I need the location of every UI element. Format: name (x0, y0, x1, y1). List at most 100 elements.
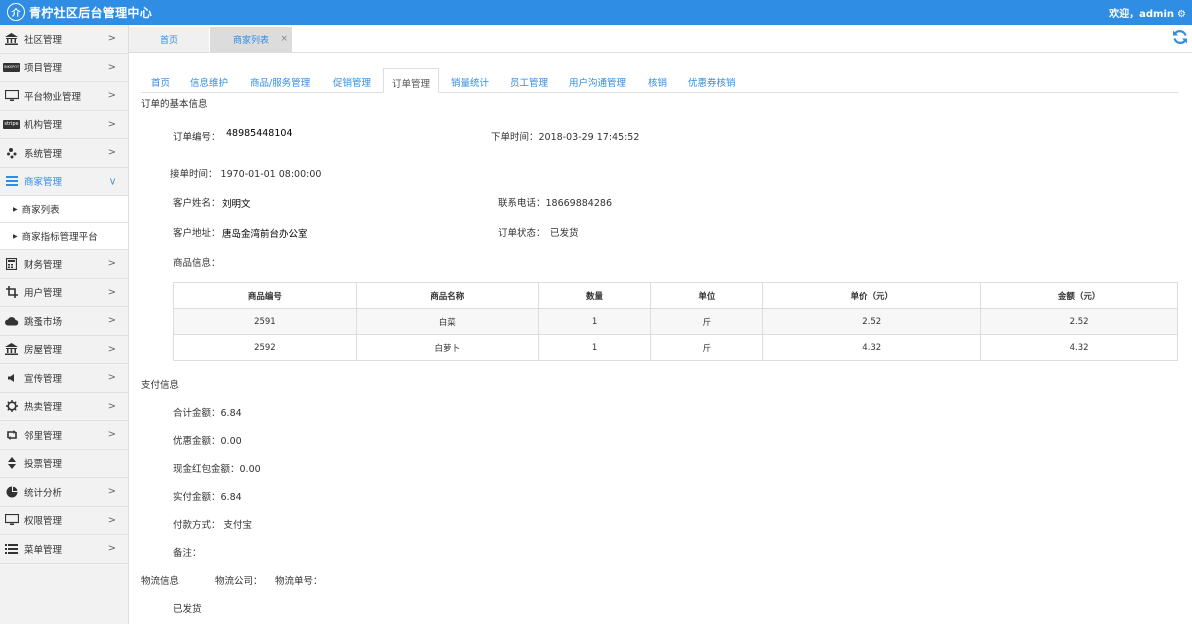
chevron-right-icon: > (107, 372, 116, 383)
volume-icon (4, 372, 19, 384)
caret-right-icon: ▶ (13, 232, 18, 240)
sidebar-item-organization[interactable]: stripe 机构管理 > (0, 111, 128, 139)
sidebar-subitem-label: 商家列表 (21, 205, 60, 216)
order-time: 下单时间：2018-03-29 17:45:52 (491, 132, 640, 143)
chevron-right-icon: > (107, 486, 116, 497)
order-number-value: 48985448104 (226, 128, 293, 139)
close-icon[interactable]: × (280, 34, 288, 44)
sidebar-item-label: 跳蚤市场 (24, 316, 63, 328)
cell-quantity: 1 (537, 334, 652, 361)
cloud-icon (4, 315, 19, 327)
sidebar-item-finance[interactable]: 财务管理 > (0, 250, 128, 279)
sidebar-item-housing[interactable]: 房屋管理 > (0, 336, 128, 364)
sidebar-item-label: 房屋管理 (24, 345, 63, 357)
sidebar-item-hot-sale[interactable]: 热卖管理 > (0, 393, 128, 421)
customer-address-value: 唐岛金湾前台办公室 (222, 229, 308, 240)
col-header-quantity: 数量 (537, 282, 652, 309)
table-row: 2591 白菜 1 斤 2.52 2.52 (173, 308, 1178, 335)
sidebar-item-system[interactable]: 系统管理 > (0, 139, 128, 168)
chevron-right-icon: > (107, 343, 116, 355)
navtab-promotion[interactable]: 促销管理 (333, 68, 371, 93)
sidebar-item-label: 投票管理 (24, 459, 63, 471)
paid-amount: 实付金额：6.84 (173, 492, 242, 503)
discount-amount: 优惠金额：0.00 (173, 436, 242, 447)
sort-icon (4, 457, 19, 470)
sidebar-item-label: 机构管理 (24, 120, 63, 132)
sidebar-item-community[interactable]: 社区管理 > (0, 25, 128, 54)
chevron-right-icon: > (107, 118, 116, 130)
remark: 备注： (173, 548, 202, 559)
navtab-user-communication[interactable]: 用户沟通管理 (569, 68, 626, 93)
sidebar-item-voting[interactable]: 投票管理 (0, 450, 128, 478)
retweet-icon (4, 429, 19, 441)
sidebar-item-label: 财务管理 (24, 259, 63, 271)
cell-goods-name: 白菜 (355, 308, 539, 335)
logistics-company: 物流公司： (215, 576, 263, 587)
sidebar-item-property[interactable]: 平台物业管理 > (0, 82, 128, 111)
tab-merchant-list[interactable]: 商家列表 × (210, 27, 292, 52)
navtab-coupon-write-off[interactable]: 优惠券核销 (688, 68, 736, 93)
cell-goods-name: 白萝卜 (355, 334, 539, 361)
cell-unit-price: 2.52 (762, 308, 982, 335)
navtab-sales-stats[interactable]: 销量统计 (451, 68, 489, 93)
sidebar-item-label: 宣传管理 (24, 373, 63, 385)
sidebar-item-neighborhood[interactable]: 邻里管理 > (0, 421, 128, 450)
app-title: 青柠社区后台管理中心 (29, 6, 153, 20)
caret-right-icon: ▶ (13, 205, 18, 213)
list-icon (4, 543, 19, 555)
sidebar-item-project[interactable]: INKSPOT 项目管理 > (0, 54, 128, 82)
sidebar-item-users[interactable]: 用户管理 > (0, 279, 128, 307)
chevron-right-icon: > (107, 147, 116, 158)
sidebar-item-publicity[interactable]: 宣传管理 > (0, 364, 128, 393)
sidebar-item-label: 权限管理 (24, 516, 63, 528)
chevron-right-icon: > (107, 514, 116, 526)
sidebar-item-label: 商家管理 (24, 177, 63, 189)
pie-chart-icon (4, 486, 19, 498)
bank-icon (4, 343, 19, 356)
top-bar: 介 青柠社区后台管理中心 欢迎，admin ⚙ (0, 0, 1192, 25)
navtab-staff[interactable]: 员工管理 (510, 68, 548, 93)
logistics-tracking-no: 物流单号： (275, 576, 323, 587)
welcome-user[interactable]: 欢迎，admin ⚙ (1109, 5, 1186, 20)
navtab-goods-services[interactable]: 商品/服务管理 (250, 68, 310, 93)
sidebar: 社区管理 > INKSPOT 项目管理 > 平台物业管理 > stripe 机构… (0, 25, 129, 624)
navtab-home[interactable]: 首页 (151, 68, 170, 93)
tab-label: 商家列表 (232, 36, 269, 46)
cell-unit-price: 4.32 (762, 334, 982, 361)
sidebar-subitem-label: 商家指标管理平台 (21, 232, 98, 243)
sidebar-item-label: 系统管理 (24, 148, 63, 160)
sidebar-subitem-merchant-list[interactable]: ▶ 商家列表 (0, 196, 128, 223)
order-number-label: 订单编号： (173, 132, 221, 143)
order-status-value: 已发货 (550, 228, 579, 239)
sidebar-item-menu[interactable]: 菜单管理 > (0, 535, 128, 564)
col-header-amount: 金额（元） (980, 282, 1178, 309)
col-header-goods-name: 商品名称 (355, 282, 539, 309)
cell-unit: 斤 (650, 308, 764, 335)
bank-icon (4, 32, 19, 45)
refresh-icon[interactable] (1172, 29, 1188, 45)
navtab-write-off[interactable]: 核销 (648, 68, 667, 93)
cell-goods-no: 2591 (173, 308, 357, 335)
navtab-order-management[interactable]: 订单管理 (383, 68, 440, 93)
desktop-icon (4, 514, 19, 526)
sidebar-item-flea-market[interactable]: 跳蚤市场 > (0, 307, 128, 336)
col-header-unit: 单位 (650, 282, 764, 309)
settings-gear-icon[interactable]: ⚙ (1177, 9, 1186, 20)
sidebar-item-permissions[interactable]: 权限管理 > (0, 507, 128, 535)
customer-phone: 联系电话：18669884286 (498, 198, 612, 209)
navtab-info-maintenance[interactable]: 信息维护 (190, 68, 228, 93)
chevron-right-icon: > (107, 90, 116, 101)
col-header-unit-price: 单价（元） (762, 282, 982, 309)
goods-info-label: 商品信息： (173, 258, 221, 269)
tab-label: 首页 (159, 36, 178, 46)
chevron-right-icon: > (107, 543, 116, 554)
sidebar-item-label: 邻里管理 (24, 430, 63, 442)
sidebar-item-statistics[interactable]: 统计分析 > (0, 478, 128, 507)
sidebar-item-merchant[interactable]: 商家管理 > (0, 168, 128, 196)
sidebar-subitem-merchant-metrics[interactable]: ▶ 商家指标管理平台 (0, 223, 128, 250)
sidebar-item-label: 热卖管理 (24, 402, 63, 414)
project-icon: INKSPOT (2, 61, 21, 73)
welcome-text: 欢迎，admin (1109, 9, 1175, 20)
tab-home[interactable]: 首页 (129, 27, 209, 52)
chevron-down-icon: > (106, 176, 118, 186)
